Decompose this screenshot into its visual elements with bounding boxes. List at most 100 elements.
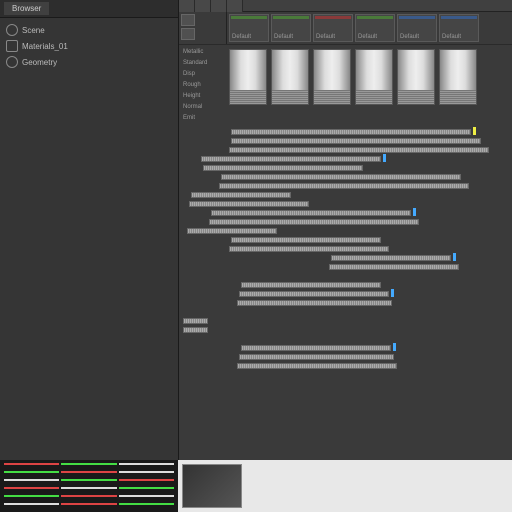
track-head[interactable]: Default xyxy=(355,14,395,42)
clip-bar[interactable] xyxy=(241,345,391,351)
row-label: Height xyxy=(181,91,225,102)
marker-icon[interactable] xyxy=(391,289,394,297)
clip-bar[interactable] xyxy=(219,183,469,189)
clip-bar[interactable] xyxy=(231,138,481,144)
timeline-tracks[interactable] xyxy=(179,126,512,373)
scope-segment xyxy=(61,487,116,489)
clip-bar[interactable] xyxy=(183,318,208,324)
material-thumbnail[interactable] xyxy=(397,49,435,105)
track-row[interactable] xyxy=(181,353,510,361)
marker-icon[interactable] xyxy=(393,343,396,351)
clip-bar[interactable] xyxy=(221,174,461,180)
clip-bar[interactable] xyxy=(237,363,397,369)
track-row[interactable] xyxy=(181,317,510,325)
track-row[interactable] xyxy=(181,335,510,343)
track-row[interactable] xyxy=(181,137,510,145)
clip-bar[interactable] xyxy=(239,291,389,297)
track-row[interactable] xyxy=(181,128,510,136)
clip-bar[interactable] xyxy=(231,129,471,135)
marker-icon[interactable] xyxy=(473,127,476,135)
clip-bar[interactable] xyxy=(209,219,419,225)
toolbar-button[interactable] xyxy=(211,0,227,12)
track-row[interactable] xyxy=(181,155,510,163)
header-button[interactable] xyxy=(181,14,195,26)
track-head-label: Default xyxy=(316,34,335,40)
track-head[interactable]: Default xyxy=(271,14,311,42)
track-row[interactable] xyxy=(181,200,510,208)
header-button[interactable] xyxy=(181,28,195,40)
clip-bar[interactable] xyxy=(237,300,392,306)
preview-thumbnail[interactable] xyxy=(182,464,242,508)
toolbar-button[interactable] xyxy=(179,0,195,12)
track-head-label: Default xyxy=(232,34,251,40)
track-row[interactable] xyxy=(181,182,510,190)
main-panel: Default Default Default Default Default … xyxy=(178,0,512,460)
track-row[interactable] xyxy=(181,254,510,262)
material-thumbnail[interactable] xyxy=(229,49,267,105)
tree-item[interactable]: Scene xyxy=(2,22,176,38)
scope-line xyxy=(0,492,178,500)
clip-bar[interactable] xyxy=(201,156,381,162)
track-row[interactable] xyxy=(181,191,510,199)
track-row[interactable] xyxy=(181,281,510,289)
tree-item-label: Materials_01 xyxy=(22,42,68,51)
track-head[interactable]: Default xyxy=(313,14,353,42)
clip-bar[interactable] xyxy=(187,228,277,234)
track-heads: Default Default Default Default Default … xyxy=(227,12,512,44)
track-head-label: Default xyxy=(442,34,461,40)
track-row[interactable] xyxy=(181,173,510,181)
material-thumbnail[interactable] xyxy=(271,49,309,105)
bottom-preview-panel xyxy=(178,460,512,512)
track-head[interactable]: Default xyxy=(229,14,269,42)
scope-segment xyxy=(119,495,174,497)
track-header-area: Default Default Default Default Default … xyxy=(179,12,512,44)
track-row[interactable] xyxy=(181,245,510,253)
clip-bar[interactable] xyxy=(203,165,363,171)
clip-bar[interactable] xyxy=(191,192,291,198)
clip-bar[interactable] xyxy=(231,237,381,243)
track-head[interactable]: Default xyxy=(397,14,437,42)
tree-item[interactable]: Geometry xyxy=(2,54,176,70)
track-row[interactable] xyxy=(181,227,510,235)
clip-bar[interactable] xyxy=(239,354,394,360)
track-row[interactable] xyxy=(181,236,510,244)
track-row[interactable] xyxy=(181,263,510,271)
clip-bar[interactable] xyxy=(331,255,451,261)
clip-bar[interactable] xyxy=(241,282,381,288)
track-head[interactable]: Default xyxy=(439,14,479,42)
track-row[interactable] xyxy=(181,272,510,280)
material-thumbnail[interactable] xyxy=(355,49,393,105)
marker-icon[interactable] xyxy=(453,253,456,261)
toolbar-button[interactable] xyxy=(195,0,211,12)
clip-bar[interactable] xyxy=(183,327,208,333)
clip-bar[interactable] xyxy=(189,201,309,207)
material-thumbnail[interactable] xyxy=(439,49,477,105)
track-row[interactable] xyxy=(181,362,510,370)
marker-icon[interactable] xyxy=(413,208,416,216)
track-row[interactable] xyxy=(181,299,510,307)
clip-bar[interactable] xyxy=(229,147,489,153)
track-row[interactable] xyxy=(181,308,510,316)
tree-item[interactable]: Materials_01 xyxy=(2,38,176,54)
scope-panel xyxy=(0,460,178,512)
track-row[interactable] xyxy=(181,326,510,334)
toolbar-button[interactable] xyxy=(227,0,243,12)
scope-segment xyxy=(4,479,59,481)
track-row[interactable] xyxy=(181,344,510,352)
track-row[interactable] xyxy=(181,146,510,154)
track-row[interactable] xyxy=(181,290,510,298)
panel-tab-browser[interactable]: Browser xyxy=(4,2,49,15)
track-head-label: Default xyxy=(400,34,419,40)
clip-bar[interactable] xyxy=(329,264,459,270)
material-thumbnail[interactable] xyxy=(313,49,351,105)
clip-bar[interactable] xyxy=(229,246,389,252)
marker-icon[interactable] xyxy=(383,154,386,162)
scope-segment xyxy=(61,503,116,505)
scope-line xyxy=(0,476,178,484)
clip-bar[interactable] xyxy=(211,210,411,216)
track-row[interactable] xyxy=(181,164,510,172)
track-row[interactable] xyxy=(181,209,510,217)
scope-line xyxy=(0,460,178,468)
scope-segment xyxy=(4,495,59,497)
track-row[interactable] xyxy=(181,218,510,226)
